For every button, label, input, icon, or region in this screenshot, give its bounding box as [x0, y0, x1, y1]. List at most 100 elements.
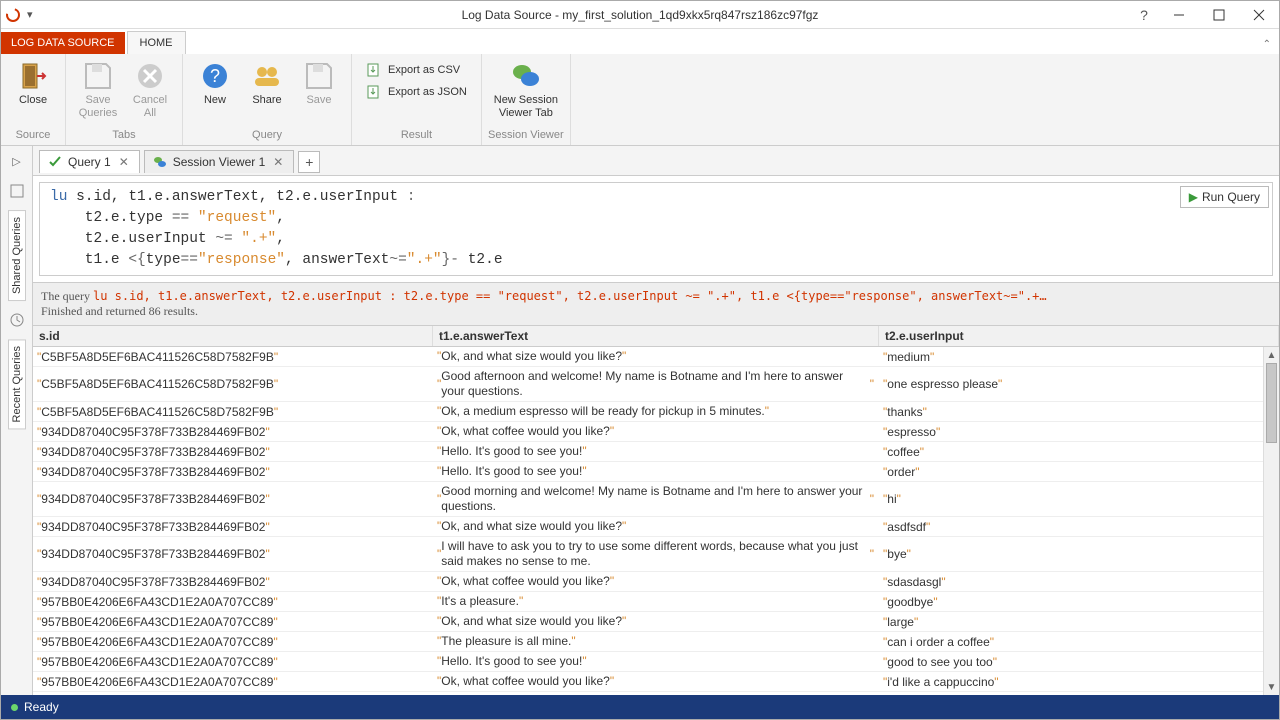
- table-row[interactable]: "957BB0E4206E6FA43CD1E2A0A707CC89""Ok, a…: [33, 612, 1279, 632]
- cell-answer: "Hello. It's good to see you!": [433, 442, 879, 461]
- add-tab-button[interactable]: +: [298, 151, 320, 173]
- cell-id: "934DD87040C95F378F733B284469FB02": [33, 462, 433, 481]
- table-row[interactable]: "C5BF5A8D5EF6BAC411526C58D7582F9B""Ok, a…: [33, 402, 1279, 422]
- table-row[interactable]: "957BB0E4206E6FA43CD1E2A0A707CC89""It's …: [33, 592, 1279, 612]
- cell-input: "can i order a coffee": [879, 632, 1279, 651]
- help-button[interactable]: ?: [1129, 1, 1159, 29]
- cancel-icon: [134, 60, 166, 92]
- save-query-button[interactable]: Save: [293, 58, 345, 109]
- results-body[interactable]: "C5BF5A8D5EF6BAC411526C58D7582F9B""Ok, a…: [33, 347, 1279, 695]
- export-json-label: Export as JSON: [388, 86, 467, 98]
- query-editor[interactable]: lu s.id, t1.e.answerText, t2.e.userInput…: [39, 182, 1273, 276]
- table-row[interactable]: "957BB0E4206E6FA43CD1E2A0A707CC89""Hello…: [33, 652, 1279, 672]
- column-header-answer[interactable]: t1.e.answerText: [433, 326, 879, 346]
- export-icon: [366, 84, 382, 100]
- table-row[interactable]: "934DD87040C95F378F733B284469FB02""Ok, a…: [33, 517, 1279, 537]
- check-icon: [48, 155, 62, 169]
- expand-rail-icon[interactable]: ▷: [6, 150, 28, 172]
- cell-answer: "Ok, what coffee would you like?": [433, 572, 879, 591]
- app-window: ▾ Log Data Source - my_first_solution_1q…: [0, 0, 1280, 720]
- column-header-input[interactable]: t2.e.userInput: [879, 326, 1279, 346]
- export-icon: [366, 62, 382, 78]
- people-icon: [251, 60, 283, 92]
- share-button[interactable]: Share: [241, 58, 293, 109]
- cell-answer: "It's a pleasure.": [433, 592, 879, 611]
- new-query-button[interactable]: ? New: [189, 58, 241, 109]
- scroll-down-icon[interactable]: ▼: [1267, 679, 1277, 695]
- window-controls: ?: [1129, 1, 1279, 29]
- ribbon-group-result-label: Result: [352, 127, 481, 145]
- export-json-button[interactable]: Export as JSON: [362, 82, 471, 102]
- table-row[interactable]: "934DD87040C95F378F733B284469FB02""Hello…: [33, 462, 1279, 482]
- cell-id: "957BB0E4206E6FA43CD1E2A0A707CC89": [33, 672, 433, 691]
- run-query-button[interactable]: ▶ Run Query: [1180, 186, 1269, 208]
- cell-answer: "I will have to ask you to try to use so…: [433, 537, 879, 571]
- tab-session-viewer-1[interactable]: Session Viewer 1 ✕: [144, 150, 295, 173]
- table-row[interactable]: "934DD87040C95F378F733B284469FB02""Ok, w…: [33, 572, 1279, 592]
- cell-id: "957BB0E4206E6FA43CD1E2A0A707CC89": [33, 612, 433, 631]
- save-queries-button[interactable]: Save Queries: [72, 58, 124, 122]
- ribbon-group-source: Close Source: [1, 54, 66, 145]
- cell-answer: "Ok, and what size would you like?": [433, 612, 879, 631]
- table-row[interactable]: "934DD87040C95F378F733B284469FB02""Good …: [33, 482, 1279, 517]
- table-row[interactable]: "C5BF5A8D5EF6BAC411526C58D7582F9B""Good …: [33, 367, 1279, 402]
- tab-session-1-label: Session Viewer 1: [173, 155, 266, 169]
- scroll-up-icon[interactable]: ▲: [1267, 347, 1277, 363]
- minimize-button[interactable]: [1159, 1, 1199, 29]
- table-row[interactable]: "957BB0E4206E6FA43CD1E2A0A707CC89""The p…: [33, 632, 1279, 652]
- recent-queries-icon[interactable]: [6, 309, 28, 331]
- door-exit-icon: [17, 60, 49, 92]
- cancel-all-button[interactable]: Cancel All: [124, 58, 176, 122]
- shared-queries-tab[interactable]: Shared Queries: [8, 210, 26, 301]
- collapse-ribbon-icon[interactable]: ⌃: [1255, 35, 1279, 54]
- save-queries-label: Save Queries: [74, 94, 122, 120]
- ribbon-group-session: New Session Viewer Tab Session Viewer: [482, 54, 571, 145]
- vertical-scrollbar[interactable]: ▲ ▼: [1263, 347, 1279, 695]
- ribbon-group-tabs-label: Tabs: [66, 127, 182, 145]
- scroll-thumb[interactable]: [1266, 363, 1277, 443]
- cell-answer: "Good morning and welcome! My name is Bo…: [433, 482, 879, 516]
- cell-answer: "Ok, and what size would you like?": [433, 347, 879, 366]
- workspace: ▷ Shared Queries Recent Queries Query 1 …: [1, 146, 1279, 695]
- tab-session-1-close-icon[interactable]: ✕: [271, 155, 285, 169]
- ribbon-group-tabs: Save Queries Cancel All Tabs: [66, 54, 183, 145]
- qat-dropdown-icon[interactable]: ▾: [25, 8, 35, 21]
- module-tab[interactable]: LOG DATA SOURCE: [1, 32, 125, 54]
- save-icon: [303, 60, 335, 92]
- table-row[interactable]: "934DD87040C95F378F733B284469FB02""Ok, w…: [33, 422, 1279, 442]
- cell-answer: "Ok, what coffee would you like?": [433, 422, 879, 441]
- new-session-viewer-button[interactable]: New Session Viewer Tab: [488, 58, 564, 122]
- results-header: s.id t1.e.answerText t2.e.userInput: [33, 326, 1279, 347]
- shared-queries-icon[interactable]: [6, 180, 28, 202]
- cell-input: "thanks": [879, 402, 1279, 421]
- chat-icon: [510, 60, 542, 92]
- export-csv-button[interactable]: Export as CSV: [362, 60, 471, 80]
- recent-queries-tab[interactable]: Recent Queries: [8, 339, 26, 429]
- table-row[interactable]: "934DD87040C95F378F733B284469FB02""I wil…: [33, 537, 1279, 572]
- svg-text:?: ?: [210, 66, 220, 86]
- tab-query-1-close-icon[interactable]: ✕: [117, 155, 131, 169]
- column-header-id[interactable]: s.id: [33, 326, 433, 346]
- table-row[interactable]: "934DD87040C95F378F733B284469FB02""Hello…: [33, 442, 1279, 462]
- play-icon: ▶: [1189, 190, 1198, 204]
- cell-answer: "Sorry, I didn't hear anything.": [433, 692, 879, 695]
- status-text: Ready: [24, 700, 59, 714]
- cell-input: "hi": [879, 482, 1279, 516]
- cell-id: "934DD87040C95F378F733B284469FB02": [33, 442, 433, 461]
- tab-query-1-label: Query 1: [68, 155, 111, 169]
- maximize-button[interactable]: [1199, 1, 1239, 29]
- cell-id: "934DD87040C95F378F733B284469FB02": [33, 572, 433, 591]
- cell-input: "espresso": [879, 422, 1279, 441]
- ribbon-tab-home[interactable]: HOME: [127, 31, 186, 54]
- table-row[interactable]: "C5BF5A8D5EF6BAC411526C58D7582F9B""Ok, a…: [33, 347, 1279, 367]
- tab-query-1[interactable]: Query 1 ✕: [39, 150, 140, 173]
- cell-input: "large": [879, 612, 1279, 631]
- close-button[interactable]: Close: [7, 58, 59, 109]
- table-row[interactable]: "957BB0E4206E6FA43CD1E2A0A707CC89""Ok, w…: [33, 672, 1279, 692]
- cell-input: "asdfsdf": [879, 517, 1279, 536]
- status-result-count: Finished and returned 86 results.: [41, 304, 1271, 319]
- table-row[interactable]: "957BB0E4206E6FA43CD1E2A0A707CC89""Sorry…: [33, 692, 1279, 695]
- close-window-button[interactable]: [1239, 1, 1279, 29]
- cell-id: "957BB0E4206E6FA43CD1E2A0A707CC89": [33, 652, 433, 671]
- app-icon: [5, 7, 21, 23]
